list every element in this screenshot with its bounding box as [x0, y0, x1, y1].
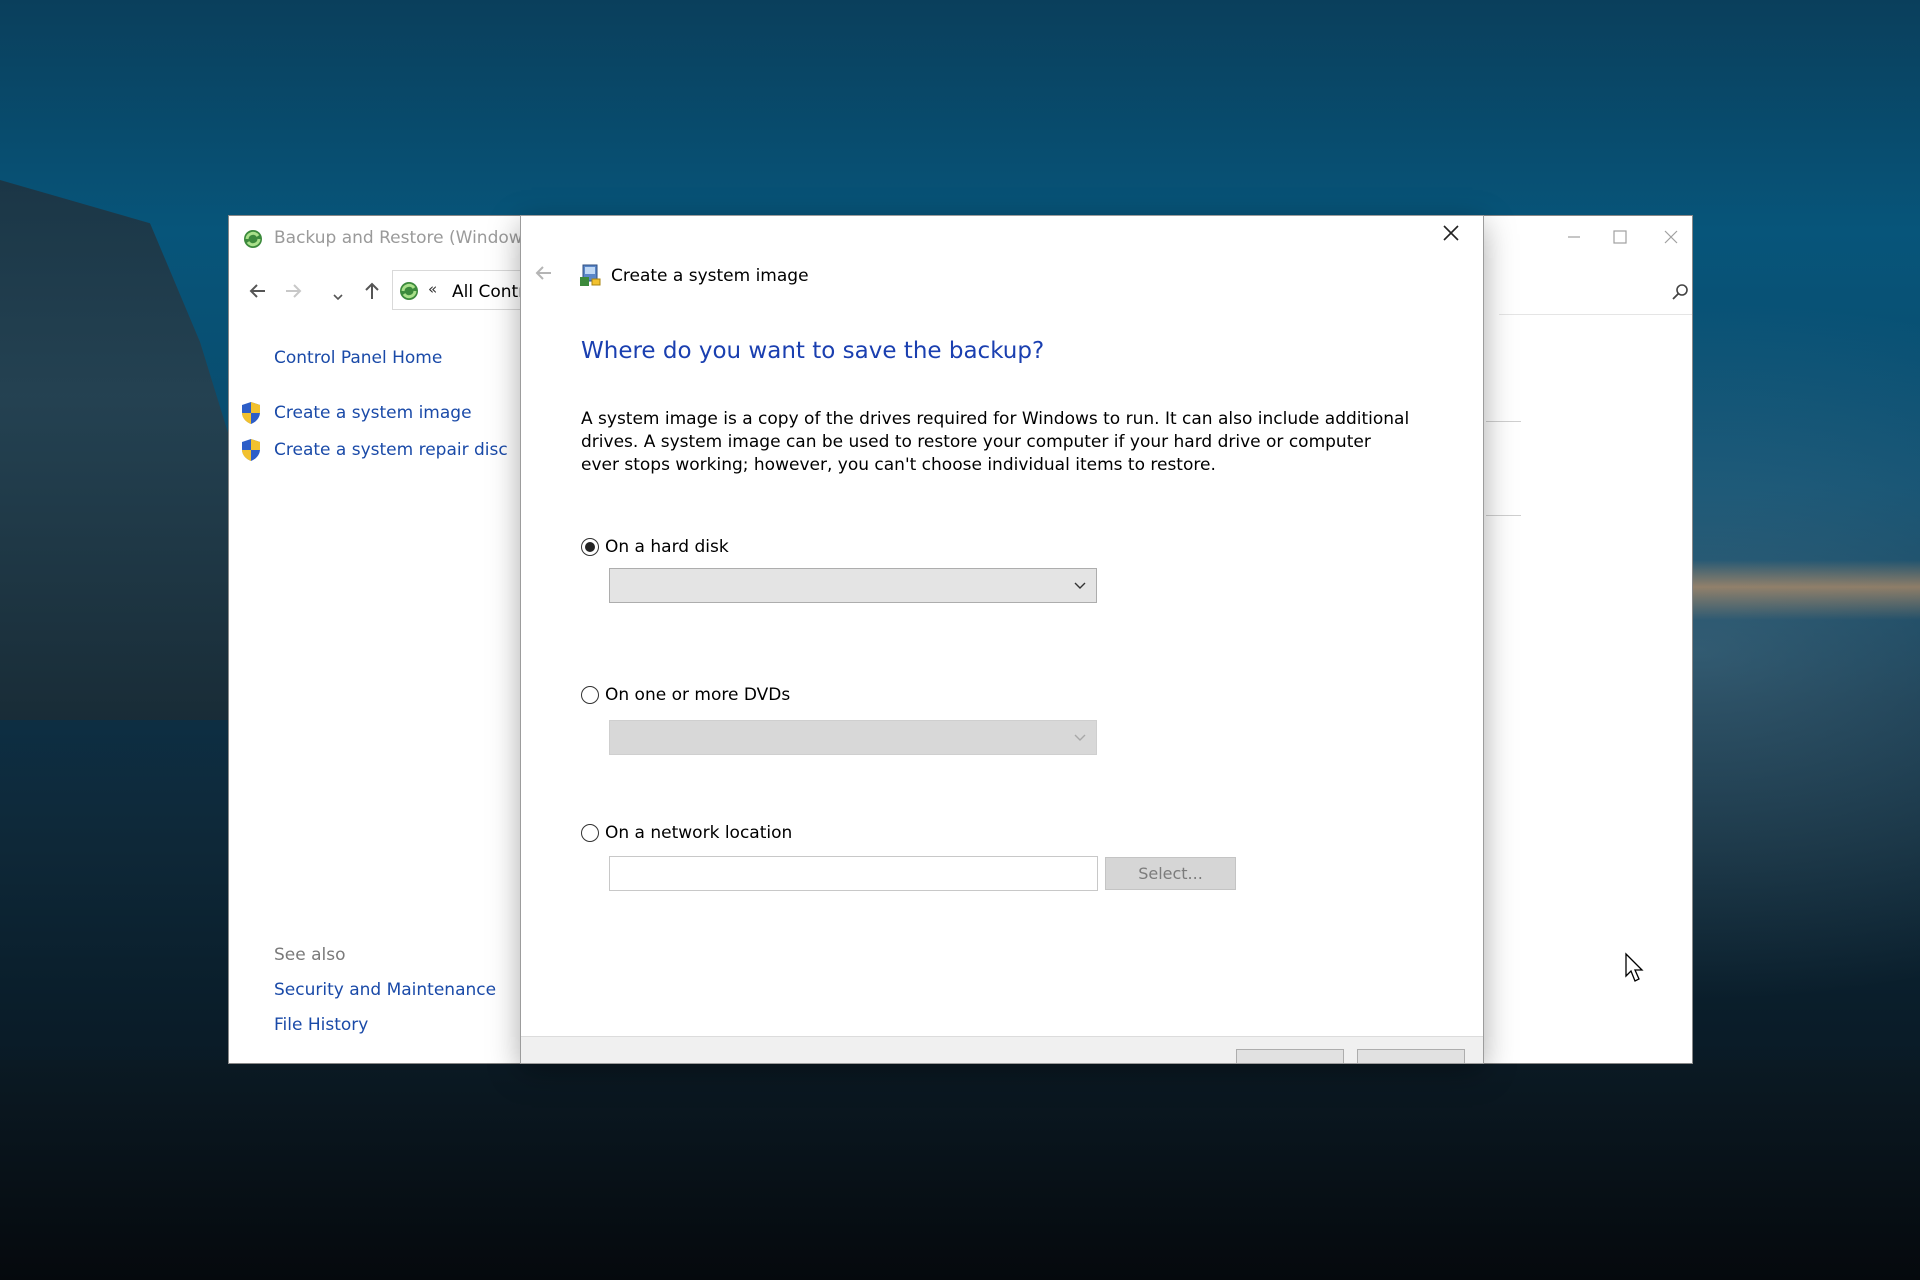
- content-divider: [1486, 515, 1521, 516]
- create-system-image-link[interactable]: Create a system image: [274, 403, 472, 423]
- content-divider: [1486, 421, 1521, 422]
- uac-shield-icon: [242, 402, 260, 424]
- control-panel-icon: [400, 282, 418, 300]
- breadcrumb[interactable]: All Contr: [452, 282, 525, 302]
- maximize-icon: [1613, 230, 1627, 244]
- file-history-link[interactable]: File History: [274, 1015, 368, 1035]
- wallpaper-shore: [0, 1060, 1920, 1280]
- dvd-dropdown: [609, 720, 1097, 755]
- wallpaper-sunset-glow: [1690, 560, 1920, 620]
- see-also-label: See also: [274, 945, 346, 965]
- network-location-field[interactable]: [609, 856, 1098, 891]
- backup-restore-app-icon: [244, 230, 262, 248]
- network-location-option[interactable]: On a network location: [581, 823, 792, 843]
- next-button[interactable]: [1236, 1049, 1344, 1063]
- maximize-button[interactable]: [1597, 222, 1643, 254]
- mouse-pointer-icon: [1625, 952, 1644, 982]
- parent-close-button[interactable]: [1649, 222, 1692, 254]
- radio-button[interactable]: [581, 686, 599, 704]
- minimize-icon: [1568, 236, 1580, 238]
- up-arrow-icon[interactable]: [361, 280, 383, 308]
- page-heading: Where do you want to save the backup?: [581, 338, 1045, 364]
- system-image-icon: [580, 264, 601, 286]
- create-repair-disc-link[interactable]: Create a system repair disc: [274, 440, 508, 460]
- minimize-button[interactable]: [1551, 222, 1597, 254]
- select-button: Select...: [1105, 857, 1236, 890]
- dialog-close-button[interactable]: [1431, 218, 1471, 250]
- chevron-down-icon: [1074, 582, 1086, 589]
- breadcrumb-overflow-icon[interactable]: «: [428, 280, 437, 298]
- hard-disk-option[interactable]: On a hard disk: [581, 537, 729, 557]
- network-location-label: On a network location: [605, 823, 793, 843]
- search-icon[interactable]: [1671, 282, 1691, 302]
- forward-arrow-icon[interactable]: [282, 280, 304, 308]
- hard-disk-label: On a hard disk: [605, 537, 729, 557]
- dialog-back-button[interactable]: [533, 262, 555, 290]
- recent-locations-chevron-icon[interactable]: [332, 284, 344, 309]
- window-title: Backup and Restore (Windows: [274, 228, 532, 248]
- control-panel-home-link[interactable]: Control Panel Home: [274, 348, 442, 368]
- radio-dot: [585, 542, 595, 552]
- dvd-label: On one or more DVDs: [605, 685, 791, 705]
- address-divider: [1499, 314, 1692, 315]
- back-arrow-icon: [535, 266, 551, 280]
- description-text: A system image is a copy of the drives r…: [581, 409, 1410, 475]
- dvd-option[interactable]: On one or more DVDs: [581, 685, 790, 705]
- chevron-down-icon: [1074, 734, 1086, 741]
- dialog-title: Create a system image: [611, 266, 809, 286]
- uac-shield-icon: [242, 439, 260, 461]
- security-maintenance-link[interactable]: Security and Maintenance: [274, 980, 496, 1000]
- radio-button[interactable]: [581, 824, 599, 842]
- radio-button-selected[interactable]: [581, 538, 599, 556]
- close-icon: [1443, 225, 1459, 241]
- hard-disk-dropdown[interactable]: [609, 568, 1097, 603]
- close-icon: [1664, 230, 1677, 244]
- create-system-image-dialog: Create a system image Where do you want …: [521, 216, 1483, 1063]
- cancel-button[interactable]: [1357, 1049, 1465, 1063]
- back-arrow-icon[interactable]: [247, 280, 269, 308]
